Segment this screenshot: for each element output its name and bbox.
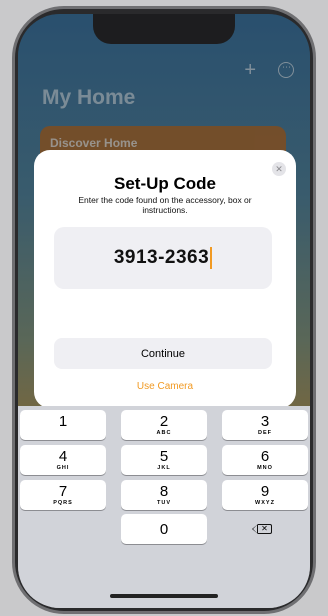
continue-button[interactable]: Continue [54, 338, 272, 369]
key-digit: 4 [58, 448, 68, 465]
key-0[interactable]: 0 [121, 514, 207, 544]
key-4[interactable]: 4 GHI [20, 445, 106, 475]
notch [93, 14, 235, 44]
key-5[interactable]: 5 JKL [121, 445, 207, 475]
delete-backward-icon: ✕ [252, 523, 272, 534]
key-digit: 6 [260, 448, 270, 465]
key-digit: 1 [58, 413, 68, 430]
key-6[interactable]: 6 MNO [222, 445, 308, 475]
key-letters: JKL [157, 465, 171, 471]
key-9[interactable]: 9 WXYZ [222, 480, 308, 510]
sheet-subtitle: Enter the code found on the accessory, b… [78, 195, 252, 215]
sheet-title: Set-Up Code [114, 174, 216, 193]
key-digit: 0 [159, 521, 169, 538]
key-letters: DEF [258, 430, 272, 436]
key-letters: TUV [157, 500, 171, 506]
key-1[interactable]: 1 [20, 410, 106, 440]
key-8[interactable]: 8 TUV [121, 480, 207, 510]
key-letters: ABC [156, 430, 172, 436]
delete-key[interactable]: ✕ [222, 514, 308, 544]
key-digit: 9 [260, 483, 270, 500]
home-indicator [110, 594, 218, 598]
key-digit: 2 [159, 413, 169, 430]
numeric-keypad: 1 2 ABC 3 DEF 4 GHI 5 JKL 6 MNO 7 PQRS 8 [18, 406, 310, 608]
key-digit: 3 [260, 413, 270, 430]
key-digit: 5 [159, 448, 169, 465]
key-digit: 8 [159, 483, 169, 500]
setup-code-field[interactable]: 3913-2363 [54, 227, 272, 289]
key-digit: 7 [58, 483, 68, 500]
key-3[interactable]: 3 DEF [222, 410, 308, 440]
text-caret [210, 247, 213, 269]
key-letters: PQRS [53, 500, 73, 506]
key-letters: MNO [257, 465, 273, 471]
key-letters: WXYZ [255, 500, 275, 506]
setup-code-value: 3913-2363 [113, 247, 210, 268]
key-letters: GHI [56, 465, 70, 471]
key-7[interactable]: 7 PQRS [20, 480, 106, 510]
key-2[interactable]: 2 ABC [121, 410, 207, 440]
phone-screen: + ⋯ My Home Discover Home ✕ Set-Up Code … [18, 14, 310, 608]
use-camera-link[interactable]: Use Camera [34, 381, 296, 392]
setup-code-sheet: ✕ Set-Up Code Enter the code found on th… [34, 150, 296, 408]
